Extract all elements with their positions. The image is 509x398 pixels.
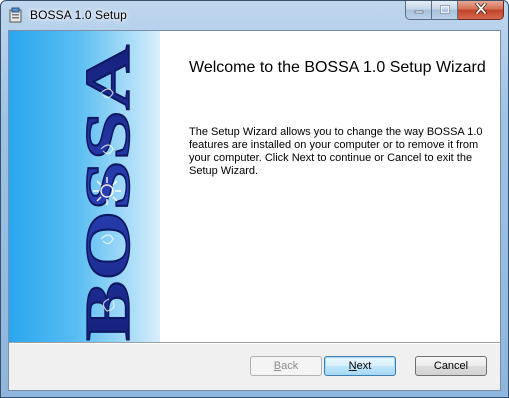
- button-bar-separator: [9, 342, 500, 344]
- installer-icon[interactable]: [8, 7, 24, 24]
- wizard-banner: BOSSA: [9, 31, 160, 342]
- wizard-description: The Setup Wizard allows you to change th…: [189, 126, 483, 177]
- title-bar[interactable]: BOSSA 1.0 Setup: [1, 1, 508, 31]
- setup-window: BOSSA 1.0 Setup BOSSA Welcome to the BOS…: [0, 0, 509, 398]
- back-button[interactable]: Back: [250, 356, 322, 376]
- maximize-icon: [439, 1, 450, 19]
- page-title: Welcome to the BOSSA 1.0 Setup Wizard: [189, 59, 486, 76]
- caption-buttons: [405, 1, 504, 21]
- minimize-button[interactable]: [405, 1, 432, 20]
- bossa-logo: BOSSA: [71, 44, 144, 342]
- maximize-button[interactable]: [432, 1, 458, 20]
- window-title: BOSSA 1.0 Setup: [30, 8, 127, 22]
- cancel-button[interactable]: Cancel: [415, 356, 487, 376]
- minimize-icon: [414, 1, 424, 19]
- next-button[interactable]: Next: [324, 356, 396, 376]
- back-button-label: Back: [273, 360, 299, 372]
- wizard-content: Welcome to the BOSSA 1.0 Setup Wizard Th…: [160, 31, 500, 342]
- wizard-client-area: BOSSA Welcome to the BOSSA 1.0 Setup Wiz…: [8, 30, 501, 391]
- close-button[interactable]: [458, 1, 504, 20]
- cancel-button-label: Cancel: [433, 360, 469, 372]
- close-icon: [474, 1, 487, 19]
- next-button-label: Next: [348, 360, 372, 372]
